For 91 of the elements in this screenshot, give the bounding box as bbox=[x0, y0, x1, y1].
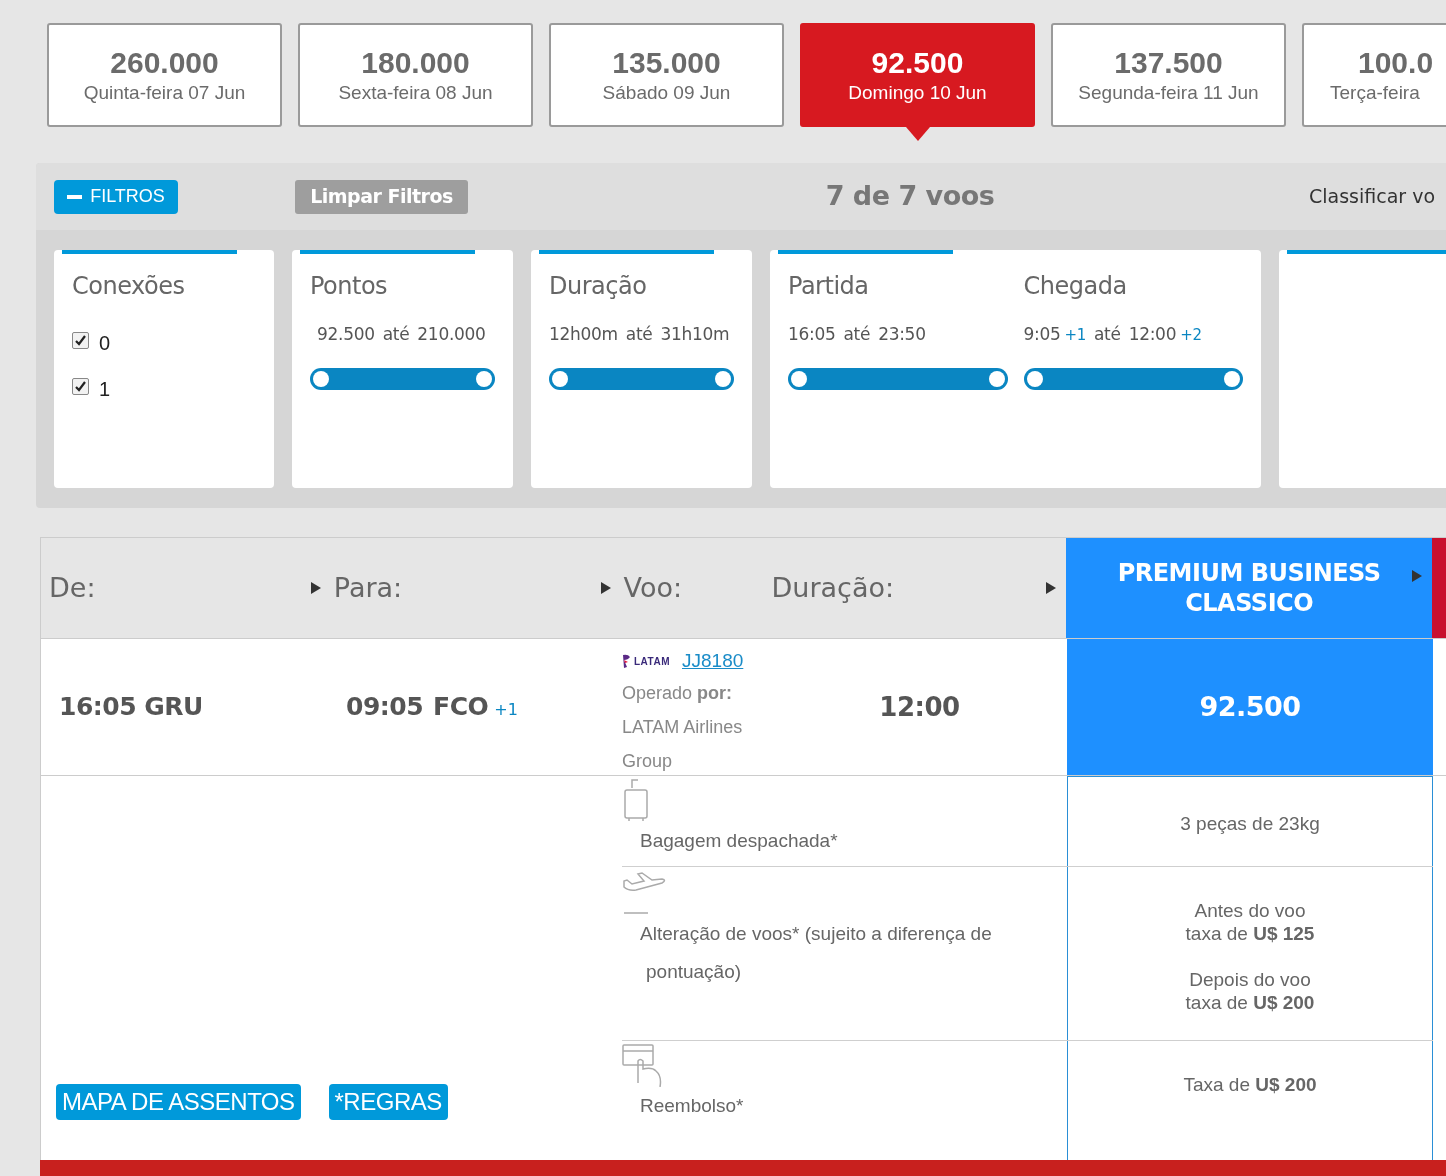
slider-handle[interactable] bbox=[715, 370, 731, 387]
feature-value: 3 peças de 23kg bbox=[1180, 812, 1320, 835]
date-price: 180.000 bbox=[361, 45, 470, 81]
fare-price: 92.500 bbox=[1199, 689, 1301, 724]
range-min-value: 9:05 bbox=[1023, 323, 1061, 346]
slider-handle[interactable] bbox=[1026, 370, 1043, 387]
range-separator: até bbox=[843, 323, 871, 346]
slider-handle[interactable] bbox=[476, 370, 492, 387]
sort-label: Classificar vo bbox=[1309, 184, 1436, 210]
airline-logo: LATAM bbox=[622, 653, 670, 670]
checkbox-label: 0 bbox=[99, 331, 111, 356]
airplane-icon bbox=[622, 869, 668, 915]
date-price: 260.000 bbox=[110, 45, 219, 81]
range-slider-fill[interactable] bbox=[549, 367, 734, 390]
duration: 12:00 bbox=[879, 691, 960, 722]
date-day: Segunda-feira 11 Jun bbox=[1078, 81, 1259, 105]
date-day: Quinta-feira 07 Jun bbox=[83, 81, 246, 105]
filters-toggle-button[interactable]: FILTROS bbox=[54, 179, 178, 214]
range-min-value: 16:05 bbox=[788, 323, 836, 346]
range-slider-fill[interactable] bbox=[788, 367, 1008, 390]
feature-value: Depois do voo bbox=[1189, 968, 1311, 991]
checkbox-label: 1 bbox=[99, 377, 111, 402]
day-offset: +1 bbox=[1064, 325, 1086, 346]
column-header[interactable]: Voo: bbox=[623, 567, 683, 609]
arrival-time: 09:05 bbox=[346, 691, 424, 724]
date-tab[interactable]: 137.500 Segunda-feira 11 Jun bbox=[1051, 23, 1286, 127]
sort-arrow-icon[interactable] bbox=[600, 582, 611, 594]
feature-value: Antes do voo bbox=[1194, 899, 1306, 922]
date-day: Domingo 10 Jun bbox=[848, 81, 987, 105]
action-button[interactable]: MAPA DE ASSENTOS bbox=[56, 1084, 301, 1120]
suitcase-icon bbox=[622, 778, 650, 822]
filter-title: Duração bbox=[549, 271, 648, 302]
date-price: 92.500 bbox=[871, 45, 964, 81]
filter-title: Partida bbox=[788, 271, 870, 302]
date-price: 135.000 bbox=[612, 45, 721, 81]
range-min-value: 12h00m bbox=[549, 323, 618, 346]
feature-label: Bagagem despachada* bbox=[639, 829, 839, 853]
filter-title: Chegada bbox=[1023, 271, 1128, 302]
range-min-value: 92.500 bbox=[317, 323, 375, 346]
date-tab[interactable]: 100.0 Terça-feira bbox=[1302, 23, 1446, 127]
range-slider-fill[interactable] bbox=[310, 367, 495, 390]
column-header[interactable]: De: bbox=[49, 567, 96, 609]
date-day: Terça-feira bbox=[1330, 81, 1420, 105]
operator-text: Operado por: LATAM Airlines Group bbox=[622, 681, 744, 773]
date-day: Sábado 09 Jun bbox=[602, 81, 731, 105]
day-offset: +2 bbox=[1180, 325, 1202, 346]
fare-price-cell[interactable]: 92.500 bbox=[1067, 639, 1433, 775]
action-button[interactable]: *REGRAS bbox=[328, 1084, 448, 1120]
date-tab[interactable]: 92.500 Domingo 10 Jun bbox=[800, 23, 1035, 127]
date-tab[interactable]: 180.000 Sexta-feira 08 Jun bbox=[298, 23, 533, 127]
date-day: Sexta-feira 08 Jun bbox=[338, 81, 493, 105]
arrival-airport: FCO bbox=[433, 691, 489, 724]
feature-label: Alteração de voos* (sujeito a diferença de pontuação) bbox=[639, 922, 993, 984]
slider-handle[interactable] bbox=[1224, 370, 1240, 387]
fare-class-name: PREMIUM BUSINESS CLASSICO bbox=[1116, 558, 1382, 618]
feature-value: Taxa de U$ 200 bbox=[1183, 1073, 1317, 1096]
flight-number-link[interactable]: JJ8180 bbox=[682, 647, 744, 676]
slider-handle[interactable] bbox=[552, 370, 568, 387]
range-max-value: 31h10m bbox=[660, 323, 730, 346]
range-slider-fill[interactable] bbox=[1023, 367, 1243, 390]
checkbox[interactable] bbox=[72, 331, 89, 349]
clear-filters-button[interactable]: Limpar Filtros bbox=[295, 179, 468, 214]
feature-value: taxa de U$ 200 bbox=[1185, 991, 1315, 1014]
tab-pointer bbox=[905, 127, 930, 141]
range-max-value: 210.000 bbox=[417, 323, 486, 346]
range-max-value: 12:00 bbox=[1128, 323, 1177, 346]
slider-handle[interactable] bbox=[791, 370, 807, 387]
filter-title: Pontos bbox=[310, 271, 389, 302]
date-tab[interactable]: 260.000 Quinta-feira 07 Jun bbox=[47, 23, 282, 127]
feature-value: taxa de U$ 125 bbox=[1185, 922, 1315, 945]
checkbox[interactable] bbox=[72, 377, 89, 395]
slider-handle[interactable] bbox=[988, 370, 1005, 387]
departure: 16:05 GRU bbox=[59, 692, 203, 722]
minus-icon bbox=[67, 194, 83, 199]
fare-column-header[interactable]: PREMIUM BUSINESS CLASSICO bbox=[1066, 538, 1432, 638]
feature-label: Reembolso* bbox=[639, 1094, 745, 1118]
range-separator: até bbox=[1094, 323, 1121, 346]
range-max-value: 23:50 bbox=[878, 323, 926, 346]
flight-count: 7 de 7 voos bbox=[824, 179, 996, 214]
date-price: 100.0 bbox=[1357, 45, 1434, 81]
day-offset: +1 bbox=[494, 699, 518, 722]
column-header[interactable]: Para: bbox=[333, 567, 403, 609]
column-header[interactable]: Duração: bbox=[771, 567, 895, 609]
range-separator: até bbox=[382, 323, 410, 346]
slider-handle[interactable] bbox=[313, 370, 329, 387]
range-separator: até bbox=[625, 323, 653, 346]
date-price: 137.500 bbox=[1114, 45, 1223, 81]
sort-arrow-icon[interactable] bbox=[310, 582, 321, 594]
filter-title: Conexões bbox=[72, 271, 186, 302]
sort-arrow-icon[interactable] bbox=[1046, 582, 1057, 594]
date-tab[interactable]: 135.000 Sábado 09 Jun bbox=[549, 23, 784, 127]
